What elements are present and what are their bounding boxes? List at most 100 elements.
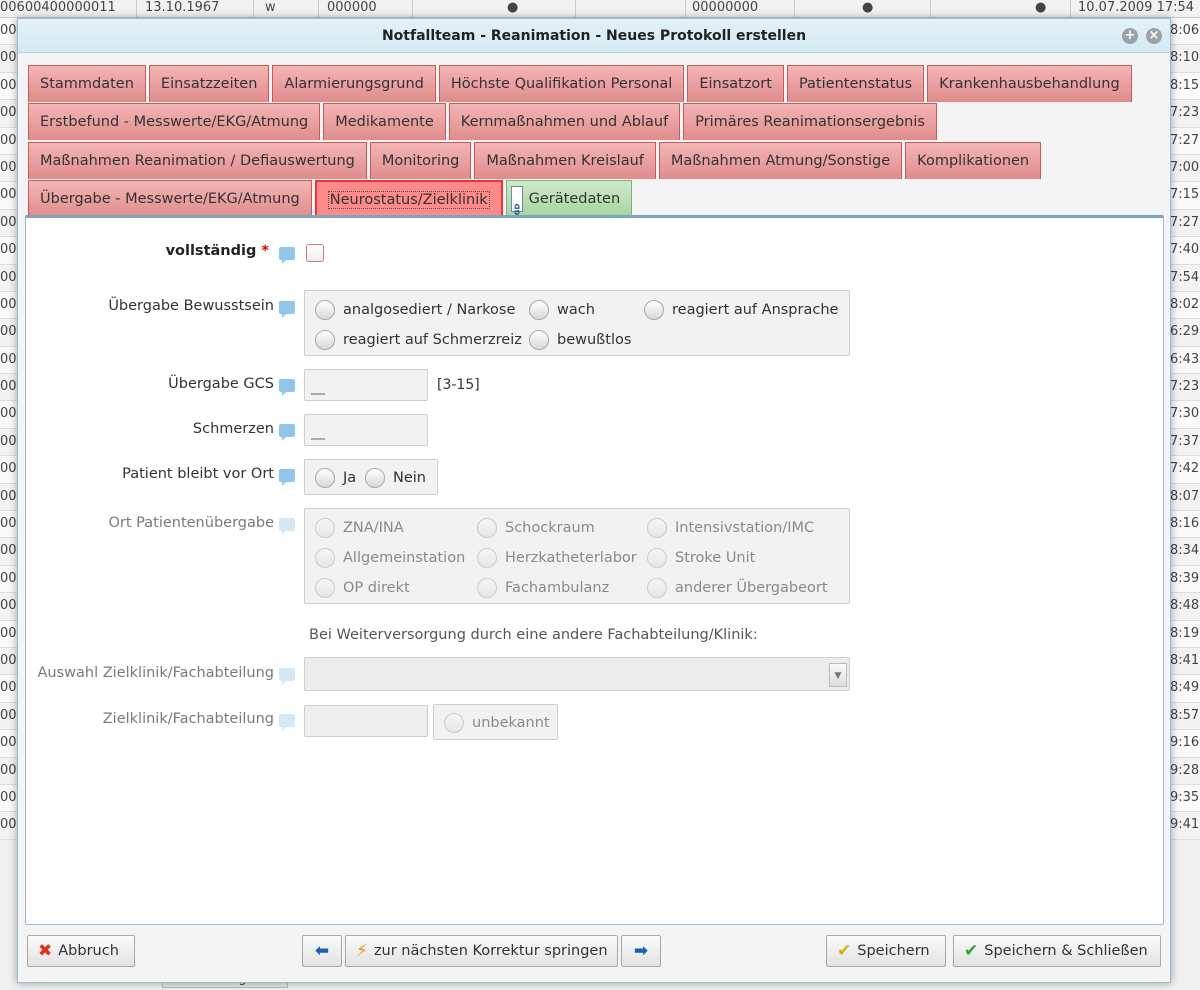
- radio-nein[interactable]: Nein: [365, 468, 426, 488]
- background-cell: 00: [0, 132, 17, 148]
- background-cell: 8:34: [1170, 543, 1200, 559]
- tab-hoechste-qualifikation[interactable]: Höchste Qualifikation Personal: [438, 65, 685, 102]
- gcs-label: Übergabe GCS: [168, 376, 274, 392]
- background-cell: 00: [0, 50, 17, 66]
- background-cell: 7:15: [1170, 187, 1200, 203]
- cancel-icon: ✖: [38, 941, 53, 961]
- background-cell: 8:49: [1170, 680, 1200, 696]
- background-cell: 8:19: [1170, 625, 1200, 641]
- background-cell: 8:06: [1170, 23, 1200, 38]
- schmerzen-label: Schmerzen: [192, 421, 274, 437]
- speichern-schliessen-button[interactable]: ✔ Speichern & Schließen: [953, 935, 1161, 967]
- tab-medikamente[interactable]: Medikamente: [323, 103, 446, 140]
- tab-massnahmen-kreislauf[interactable]: Maßnahmen Kreislauf: [474, 142, 656, 179]
- close-icon[interactable]: ×: [1146, 28, 1162, 44]
- background-cell: 7:27: [1170, 132, 1200, 148]
- tab-primaeres-ergebnis[interactable]: Primäres Reanimationsergebnis: [683, 103, 937, 140]
- background-cell: 8:39: [1170, 570, 1200, 586]
- radio-schockraum: Schockraum: [477, 518, 595, 538]
- radio-analgosediert[interactable]: analgosediert / Narkose: [315, 300, 515, 320]
- comment-icon[interactable]: [279, 301, 295, 318]
- ort-label: Ort Patientenübergabe: [108, 515, 274, 531]
- radio-stroke-unit: Stroke Unit: [647, 548, 755, 568]
- arrow-right-icon: ➡: [633, 941, 649, 961]
- background-cell: 9:41: [1170, 817, 1200, 833]
- background-cell: 00: [0, 762, 17, 778]
- tab-row-4: Übergabe - Messwerte/EKG/Atmung Neurosta…: [28, 180, 635, 222]
- next-button[interactable]: ➡: [621, 935, 661, 967]
- comment-icon: [279, 518, 295, 535]
- gcs-input[interactable]: __: [304, 369, 428, 401]
- tab-massnahmen-reanimation[interactable]: Maßnahmen Reanimation / Defiauswertung: [28, 142, 367, 179]
- background-cell: 8:07: [1170, 488, 1200, 504]
- background-cell: 8:10: [1170, 50, 1200, 66]
- background-cell: 00: [0, 406, 17, 422]
- background-cell: 00: [0, 433, 17, 449]
- radio-bewusstlos[interactable]: bewußtlos: [529, 330, 631, 350]
- vollstaendig-label: vollständig *: [165, 243, 269, 259]
- chevron-down-icon: ▼: [829, 663, 847, 687]
- tab-patientenstatus[interactable]: Patientenstatus: [786, 65, 925, 102]
- radio-allgemeinstation: Allgemeinstation: [315, 548, 465, 568]
- previous-button[interactable]: ⬅: [302, 935, 342, 967]
- tab-alarmierungsgrund[interactable]: Alarmierungsgrund: [272, 65, 436, 102]
- radio-reagiert-ansprache[interactable]: reagiert auf Ansprache: [644, 300, 838, 320]
- background-cell: 00: [0, 707, 17, 723]
- tab-krankenhausbehandlung[interactable]: Krankenhausbehandlung: [927, 65, 1132, 102]
- comment-icon: [279, 668, 295, 685]
- radio-ja[interactable]: Ja: [315, 468, 356, 488]
- schmerzen-input[interactable]: __: [304, 414, 428, 446]
- background-cell: 9:28: [1170, 762, 1200, 778]
- tab-neurostatus-zielklinik[interactable]: Neurostatus/Zielklinik: [314, 180, 503, 217]
- tab-monitoring[interactable]: Monitoring: [369, 142, 472, 179]
- radio-reagiert-schmerzreiz[interactable]: reagiert auf Schmerzreiz: [315, 330, 522, 350]
- tab-einsatzort[interactable]: Einsatzort: [687, 65, 784, 102]
- radio-herzkatheterlabor: Herzkatheterlabor: [477, 548, 637, 568]
- ort-radio-group: ZNA/INA Schockraum Intensivstation/IMC A…: [304, 508, 850, 604]
- background-cell: 7:54: [1170, 269, 1200, 285]
- background-cell: 00: [0, 269, 17, 285]
- radio-intensivstation: Intensivstation/IMC: [647, 518, 814, 538]
- comment-icon[interactable]: [279, 247, 295, 264]
- protocol-dialog: Notfallteam - Reanimation - Neues Protok…: [17, 18, 1171, 983]
- tab-komplikationen[interactable]: Komplikationen: [905, 142, 1042, 179]
- background-cell: 00: [0, 351, 17, 367]
- background-cell: 8:57: [1170, 707, 1200, 723]
- comment-icon[interactable]: [279, 379, 295, 396]
- lightning-icon: ⚡: [356, 941, 368, 961]
- comment-icon[interactable]: [279, 424, 295, 441]
- background-cell: 8:41: [1170, 652, 1200, 668]
- bewusstsein-label: Übergabe Bewusstsein: [108, 298, 274, 314]
- abbruch-button[interactable]: ✖ Abbruch: [27, 935, 135, 967]
- tab-uebergabe[interactable]: Übergabe - Messwerte/EKG/Atmung: [28, 180, 312, 217]
- unbekannt-group: unbekannt: [433, 704, 558, 740]
- background-cell: 00: [0, 652, 17, 668]
- vollstaendig-checkbox[interactable]: [306, 244, 324, 262]
- tab-geraetedaten[interactable]: MGD Gerätedaten: [505, 180, 633, 222]
- tab-stammdaten[interactable]: Stammdaten: [28, 65, 146, 102]
- background-cell: 7:23: [1170, 379, 1200, 395]
- maximize-icon[interactable]: +: [1122, 28, 1138, 44]
- background-cell: 00: [0, 379, 17, 395]
- arrow-left-icon: ⬅: [314, 941, 330, 961]
- background-cell: 00: [0, 789, 17, 805]
- background-cell: 8:16: [1170, 516, 1200, 532]
- speichern-button[interactable]: ✔ Speichern: [826, 935, 946, 967]
- background-cell: 6:43: [1170, 351, 1200, 367]
- tab-einsatzzeiten[interactable]: Einsatzzeiten: [148, 65, 270, 102]
- dialog-title-bar: Notfallteam - Reanimation - Neues Protok…: [18, 19, 1170, 53]
- comment-icon[interactable]: [279, 469, 295, 486]
- radio-wach[interactable]: wach: [529, 300, 595, 320]
- next-correction-button[interactable]: ⚡ zur nächsten Korrektur springen: [345, 935, 618, 967]
- tab-row-1: Stammdaten Einsatzzeiten Alarmierungsgru…: [28, 65, 1135, 102]
- bleibt-vor-ort-label: Patient bleibt vor Ort: [122, 466, 274, 482]
- background-cell: 00: [0, 214, 17, 230]
- tab-erstbefund[interactable]: Erstbefund - Messwerte/EKG/Atmung: [28, 103, 321, 140]
- background-cell: 9:16: [1170, 735, 1200, 751]
- tab-kernmassnahmen[interactable]: Kernmaßnahmen und Ablauf: [448, 103, 681, 140]
- background-cell: 7:37: [1170, 433, 1200, 449]
- background-cell: 7:23: [1170, 105, 1200, 121]
- background-cell: 00: [0, 105, 17, 121]
- bewusstsein-radio-group: analgosediert / Narkose wach reagiert au…: [304, 290, 850, 356]
- tab-massnahmen-atmung[interactable]: Maßnahmen Atmung/Sonstige: [658, 142, 903, 179]
